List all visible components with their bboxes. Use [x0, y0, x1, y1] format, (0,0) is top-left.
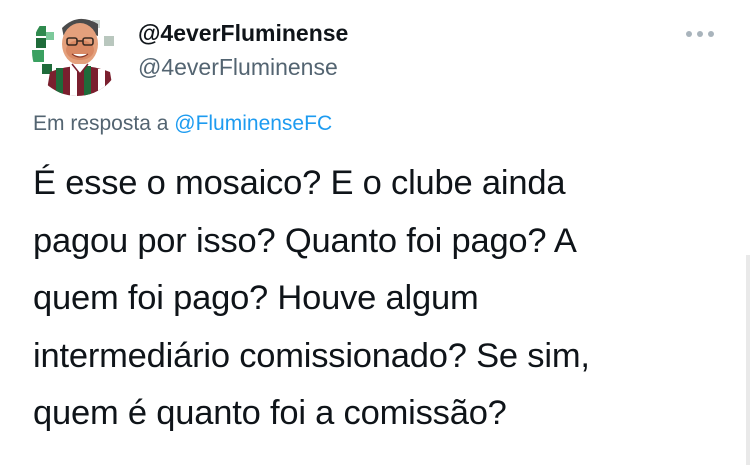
scrollbar[interactable] [746, 255, 750, 465]
tweet-text-line: É esse o mosaico? E o clube ainda [33, 164, 566, 202]
avatar[interactable] [32, 6, 122, 96]
reply-mention-link[interactable]: @FluminenseFC [174, 112, 332, 135]
tweet-text-line: pagou por isso? Quanto foi pago? A [33, 221, 577, 260]
author-handle[interactable]: @4everFluminense [138, 54, 338, 81]
tweet-text-line: quem foi pago? Houve algum [33, 279, 479, 317]
tweet-text: É esse o mosaico? E o clube ainda pagou … [33, 155, 733, 443]
more-horizontal-icon [686, 31, 714, 37]
reply-prefix: Em resposta a [33, 112, 169, 135]
tweet-card: @4everFluminense @4everFluminense Em res… [0, 0, 750, 465]
tweet-text-line: intermediário comissionado? Se sim, [33, 336, 590, 375]
more-options-button[interactable] [680, 22, 720, 46]
tweet-text-line: quem é quanto foi a comissão? [33, 394, 507, 432]
reply-context: Em resposta a @FluminenseFC [33, 112, 332, 136]
author-display-name[interactable]: @4everFluminense [138, 20, 348, 47]
avatar-image [32, 6, 122, 96]
